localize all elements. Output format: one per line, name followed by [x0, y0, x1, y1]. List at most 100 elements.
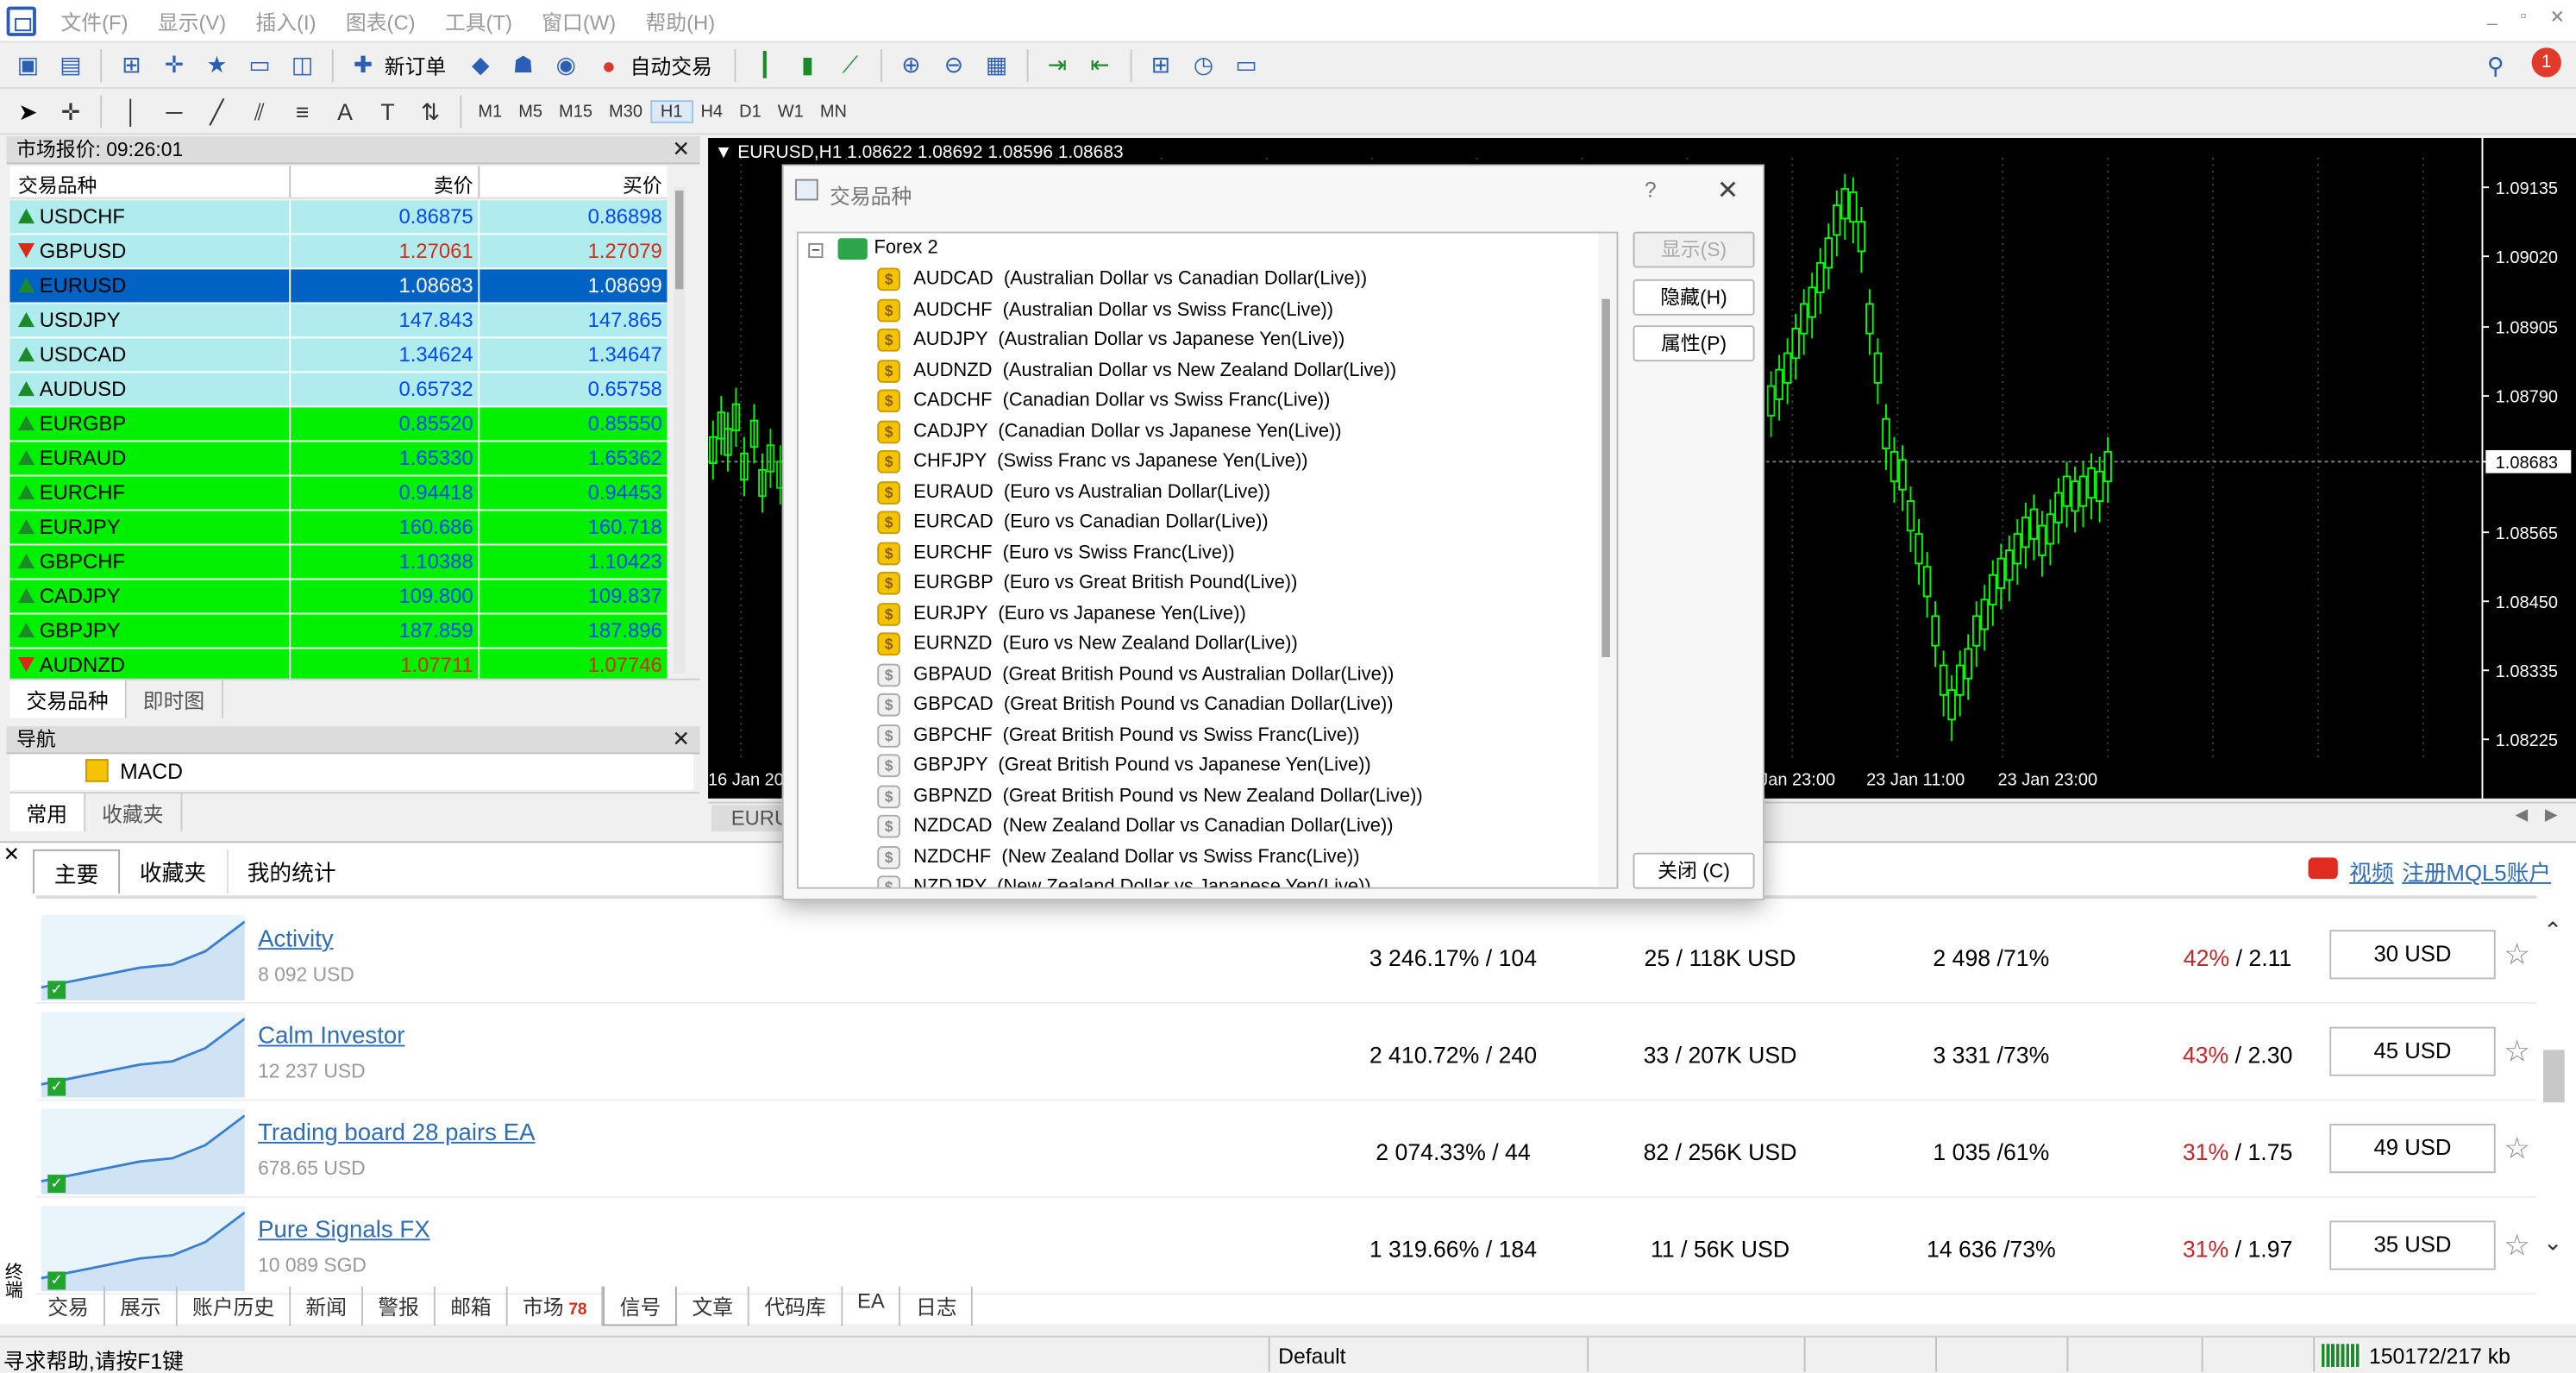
tree-scrollbar[interactable] — [1598, 233, 1617, 887]
symbol-list-item[interactable]: $ CADJPY (Canadian Dollar vs Japanese Yen… — [877, 417, 1342, 446]
signal-row[interactable]: ✓ Pure Signals FX 10 089 SGD 1 319.66% / 18… — [35, 1200, 2537, 1295]
properties-button[interactable]: 属性(P) — [1633, 325, 1755, 362]
tab-main[interactable]: 主要 — [33, 849, 121, 894]
symbol-list-item[interactable]: $ AUDJPY (Australian Dollar vs Japanese Y… — [877, 325, 1344, 354]
trendline-icon[interactable]: ╱ — [199, 94, 235, 130]
search-icon[interactable]: ⚲ — [2478, 47, 2514, 84]
signal-growth-thumbnail[interactable]: ✓ — [41, 915, 245, 1001]
text-icon[interactable]: A — [327, 94, 363, 130]
symbol-list-item[interactable]: $ CADCHF (Canadian Dollar vs Swiss Franc(… — [877, 386, 1330, 416]
star-icon[interactable]: ☆ — [2504, 1035, 2530, 1069]
terminal-icon[interactable]: ▭ — [241, 47, 278, 83]
periods-icon[interactable]: ◷ — [1186, 47, 1222, 83]
menu-help[interactable]: 帮助(H) — [630, 5, 730, 36]
line-chart-icon[interactable]: ⟋ — [832, 47, 868, 83]
auto-trading-icon[interactable]: ● — [591, 47, 627, 83]
signal-row[interactable]: ✓ Calm Investor 12 237 USD 2 410.72% / 240 3… — [35, 1006, 2537, 1101]
subscribe-button[interactable]: 35 USD — [2329, 1220, 2496, 1270]
star-icon[interactable]: ☆ — [2504, 1229, 2530, 1263]
tab-experts[interactable]: EA — [843, 1286, 901, 1326]
navigator-icon[interactable]: ★ — [199, 47, 235, 83]
market-watch-row[interactable]: EURJPY 160.686 160.718 — [9, 511, 668, 546]
tab-alerts[interactable]: 警报 — [363, 1286, 436, 1326]
channel-icon[interactable]: ⫽ — [241, 94, 278, 130]
close-navigator-icon[interactable]: ✕ — [672, 726, 690, 752]
symbol-list-item[interactable]: $ EURAUD (Euro vs Australian Dollar(Live)… — [877, 477, 1270, 506]
hide-button[interactable]: 隐藏(H) — [1633, 279, 1755, 316]
register-mql5-link[interactable]: 注册MQL5账户 — [2402, 855, 2551, 887]
symbol-list-item[interactable]: $ GBPNZD (Great British Pound vs New Zeal… — [877, 781, 1423, 811]
signal-name[interactable]: Trading board 28 pairs EA — [258, 1120, 535, 1146]
symbol-list-item[interactable]: $ AUDCAD (Australian Dollar vs Canadian D… — [877, 265, 1367, 294]
dialog-close-button[interactable]: 关闭 (C) — [1633, 852, 1755, 889]
crosshair-icon[interactable]: ✛ — [53, 94, 89, 130]
scroll-down-icon[interactable]: ⌄ — [2543, 1229, 2562, 1257]
tab-symbols[interactable]: 交易品种 — [9, 680, 127, 718]
symbol-list-item[interactable]: $ GBPCHF (Great British Pound vs Swiss Fr… — [877, 720, 1360, 749]
cursor-icon[interactable]: ➤ — [9, 94, 46, 130]
market-icon[interactable]: ◉ — [548, 47, 584, 83]
signal-row[interactable]: ✓ Trading board 28 pairs EA 678.65 USD 2 07… — [35, 1102, 2537, 1198]
templates-icon[interactable]: ▭ — [1228, 47, 1264, 83]
col-ask[interactable]: 买价 — [478, 171, 662, 198]
symbol-list-item[interactable]: $ EURGBP (Euro vs Great British Pound(Liv… — [877, 568, 1297, 598]
symbol-list-item[interactable]: $ NZDCAD (New Zealand Dollar vs Canadian … — [877, 812, 1394, 841]
tab-exposure[interactable]: 展示 — [105, 1286, 178, 1326]
close-market-watch-icon[interactable]: ✕ — [672, 136, 690, 162]
timeframe-w1[interactable]: W1 — [769, 102, 812, 122]
tab-common[interactable]: 常用 — [9, 793, 86, 831]
menu-window[interactable]: 窗口(W) — [527, 5, 630, 36]
bar-chart-icon[interactable]: ┃ — [747, 47, 783, 83]
market-watch-scrollbar[interactable] — [674, 187, 686, 674]
new-chart-icon[interactable]: ▣ — [9, 47, 46, 83]
market-watch-row[interactable]: GBPJPY 187.859 187.896 — [9, 614, 668, 649]
symbol-list-item[interactable]: $ AUDCHF (Australian Dollar vs Swiss Fran… — [877, 295, 1333, 324]
signal-row[interactable]: ✓ Activity 8 092 USD 3 246.17% / 104 25 / 11… — [35, 908, 2537, 1004]
close-terminal-icon[interactable]: ✕ — [3, 843, 20, 866]
tab-scroll-right-icon[interactable]: ▶ — [2545, 806, 2558, 824]
tab-account-history[interactable]: 账户历史 — [178, 1286, 291, 1326]
tab-scroll-left-icon[interactable]: ◀ — [2516, 806, 2529, 824]
horizontal-line-icon[interactable]: ─ — [156, 94, 192, 130]
video-link[interactable]: 视频 — [2349, 855, 2393, 887]
col-symbol[interactable]: 交易品种 — [18, 171, 97, 198]
zoom-out-icon[interactable]: ⊖ — [936, 47, 972, 83]
market-watch-icon[interactable]: ⊞ — [113, 47, 149, 83]
zoom-in-icon[interactable]: ⊕ — [893, 47, 929, 83]
timeframe-mn[interactable]: MN — [812, 102, 855, 122]
arrows-icon[interactable]: ⇅ — [412, 94, 448, 130]
symbol-list-item[interactable]: $ GBPCAD (Great British Pound vs Canadian… — [877, 690, 1394, 719]
timeframe-m1[interactable]: M1 — [470, 102, 511, 122]
market-watch-row[interactable]: EURAUD 1.65330 1.65362 — [9, 442, 668, 477]
vertical-line-icon[interactable]: │ — [113, 94, 149, 130]
symbol-list-item[interactable]: $ EURCAD (Euro vs Canadian Dollar(Live)) — [877, 508, 1269, 537]
market-watch-row[interactable]: AUDUSD 0.65732 0.65758 — [9, 373, 668, 408]
tab-my-stats[interactable]: 我的统计 — [228, 850, 356, 893]
timeframe-h4[interactable]: H4 — [693, 102, 731, 122]
collapse-icon[interactable]: − — [808, 242, 824, 259]
market-watch-row[interactable]: EURUSD 1.08683 1.08699 — [9, 269, 668, 304]
market-watch-row[interactable]: CADJPY 109.800 109.837 — [9, 580, 668, 615]
signal-name[interactable]: Calm Investor — [258, 1024, 404, 1050]
tab-signals[interactable]: 信号 — [603, 1286, 678, 1326]
menu-file[interactable]: 文件(F) — [46, 5, 142, 36]
notification-badge[interactable]: 1 — [2531, 47, 2561, 78]
auto-trading-button[interactable]: 自动交易 — [630, 49, 712, 80]
market-watch-row[interactable]: EURGBP 0.85520 0.85550 — [9, 407, 668, 442]
signal-name[interactable]: Activity — [258, 926, 333, 952]
video-icon[interactable] — [2308, 857, 2338, 880]
symbol-list-item[interactable]: $ NZDCHF (New Zealand Dollar vs Swiss Fra… — [877, 842, 1360, 871]
tab-code-base[interactable]: 代码库 — [749, 1286, 843, 1326]
menu-view[interactable]: 显示(V) — [143, 5, 241, 36]
metaeditor-icon[interactable]: ◆ — [462, 47, 498, 83]
symbol-list-item[interactable]: $ NZDJPY (New Zealand Dollar vs Japanese … — [877, 873, 1371, 887]
signals-icon[interactable]: ☗ — [505, 47, 542, 83]
symbol-list-item[interactable]: $ EURNZD (Euro vs New Zealand Dollar(Live… — [877, 630, 1298, 659]
symbol-list-item[interactable]: $ GBPAUD (Great British Pound vs Australi… — [877, 660, 1394, 689]
market-watch-row[interactable]: USDJPY 147.843 147.865 — [9, 304, 668, 339]
menu-charts[interactable]: 图表(C) — [331, 5, 430, 36]
menu-tools[interactable]: 工具(T) — [430, 5, 527, 36]
strategy-tester-icon[interactable]: ◫ — [285, 47, 321, 83]
menu-insert[interactable]: 插入(I) — [241, 5, 330, 36]
symbol-list-item[interactable]: $ EURJPY (Euro vs Japanese Yen(Live)) — [877, 599, 1246, 628]
